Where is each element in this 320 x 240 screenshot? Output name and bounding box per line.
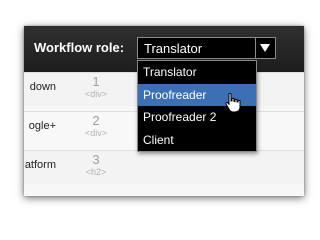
dropdown-toggle-button[interactable] (255, 38, 275, 58)
workflow-role-selected-value: Translator (144, 41, 203, 56)
row-tag: <div> (84, 128, 108, 138)
table-row: atform 3 <h2> (24, 150, 304, 184)
option-translator[interactable]: Translator (138, 61, 256, 83)
row-number: 2 (92, 113, 100, 128)
screenshot-stage: Workflow role: Translator down 1 <div> o… (0, 0, 313, 213)
row-name: down (29, 81, 56, 93)
workflow-role-select[interactable]: Translator (137, 37, 276, 59)
chevron-down-icon (260, 44, 270, 52)
workflow-role-label: Workflow role: (34, 40, 125, 55)
option-client[interactable]: Client (138, 129, 256, 151)
row-name: ogle+ (28, 120, 56, 132)
row-number: 3 (92, 152, 100, 167)
row-tag: <div> (84, 89, 108, 99)
row-number: 1 (92, 74, 100, 89)
row-tag: <h2> (85, 167, 107, 177)
row-name: atform (24, 159, 56, 171)
hand-pointer-icon (225, 93, 241, 113)
